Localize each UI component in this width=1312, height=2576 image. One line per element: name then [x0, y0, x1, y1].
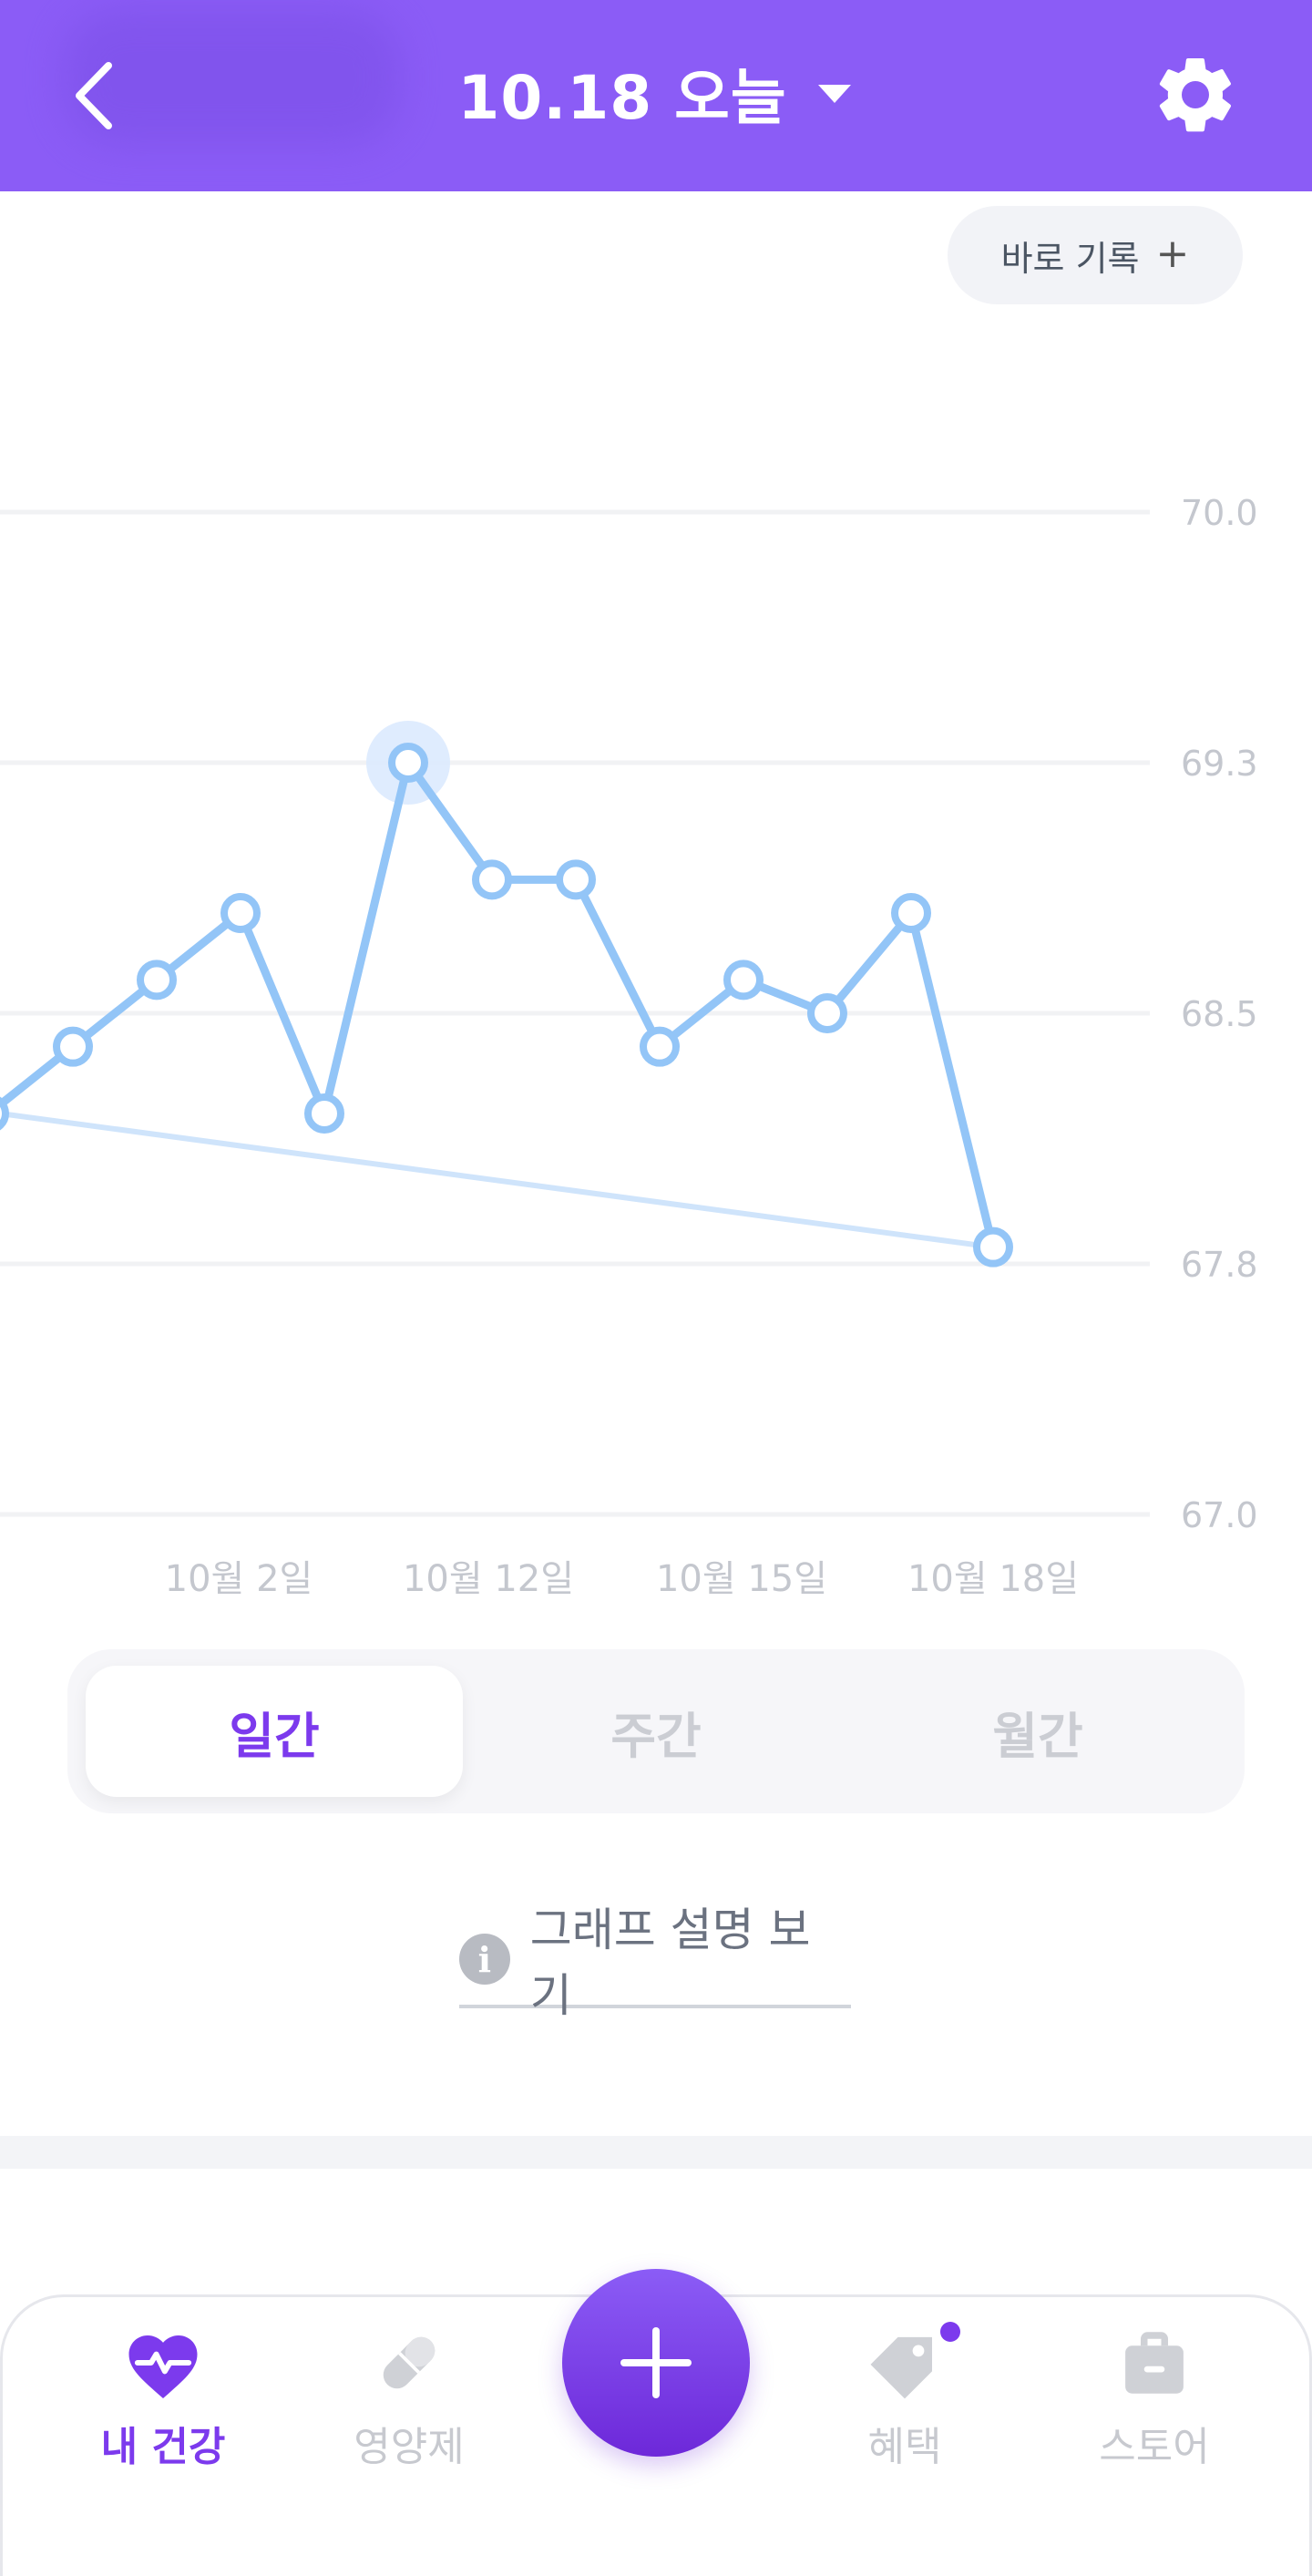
nav-label: 내 건강 [100, 2424, 226, 2470]
x-tick-label: 10월 12일 [403, 1558, 574, 1600]
nav-label: 영양제 [354, 2424, 465, 2470]
heart-pulse-icon [128, 2335, 198, 2398]
notification-dot [940, 2322, 960, 2342]
y-tick-label: 67.0 [1181, 1495, 1258, 1535]
nav-item-supplements[interactable]: 영양제 [318, 2325, 500, 2525]
weight-line-chart: 70.0 69.3 68.5 67.8 67.0 10월 2일 10월 12일 10월 15일… [0, 428, 1312, 1604]
x-tick-label: 10월 18일 [907, 1558, 1079, 1600]
data-point [640, 1026, 680, 1067]
y-tick-label: 67.8 [1181, 1245, 1258, 1285]
data-point [388, 743, 428, 783]
y-tick-label: 68.5 [1181, 994, 1258, 1034]
chart-svg: 70.0 69.3 68.5 67.8 67.0 10월 2일 10월 12일 10월 15일… [0, 493, 1258, 1600]
period-toggle: 일간 주간 월간 [67, 1649, 1245, 1813]
store-bag-icon [1125, 2332, 1184, 2394]
app-header: 10.18 오늘 [0, 0, 1312, 191]
plus-icon: + [1155, 230, 1190, 277]
tab-monthly[interactable]: 월간 [849, 1666, 1226, 1797]
data-point [556, 859, 596, 900]
nav-item-benefits[interactable]: 혜택 [814, 2325, 996, 2525]
data-point [807, 993, 847, 1033]
tab-daily[interactable]: 일간 [86, 1666, 463, 1797]
data-point [53, 1026, 93, 1067]
plus-icon [620, 2327, 692, 2398]
info-icon: i [459, 1934, 510, 1985]
data-point [723, 960, 764, 1001]
data-point [137, 960, 177, 1001]
nav-label: 스토어 [1099, 2424, 1210, 2470]
nav-label: 혜택 [867, 2424, 942, 2470]
trend-line [0, 1111, 996, 1250]
data-point [304, 1093, 344, 1134]
y-tick-label: 70.0 [1181, 493, 1258, 533]
section-divider [0, 2136, 1312, 2169]
graph-help-label: 그래프 설명 보기 [529, 1904, 811, 2022]
nav-item-my-health[interactable]: 내 건강 [72, 2325, 254, 2525]
data-point [0, 1096, 9, 1131]
nav-item-store[interactable]: 스토어 [1063, 2325, 1245, 2525]
tab-weekly[interactable]: 주간 [467, 1666, 845, 1797]
data-point [891, 893, 931, 933]
caret-down-icon [817, 85, 851, 103]
data-point [220, 893, 261, 933]
settings-button[interactable] [1150, 49, 1241, 140]
data-point [472, 859, 512, 900]
page-title: 10.18 오늘 [457, 63, 787, 133]
date-selector[interactable]: 10.18 오늘 [0, 47, 1312, 139]
quick-record-button[interactable]: 바로 기록 + [948, 206, 1243, 304]
graph-help-link[interactable]: i 그래프 설명 보기 [459, 1904, 851, 2022]
add-record-fab[interactable] [562, 2269, 750, 2457]
tag-icon [870, 2336, 932, 2399]
y-tick-label: 69.3 [1181, 744, 1258, 784]
pill-icon [383, 2336, 436, 2389]
gear-icon [1159, 58, 1231, 132]
data-point [973, 1226, 1013, 1267]
quick-record-label: 바로 기록 [1000, 238, 1140, 279]
x-tick-label: 10월 2일 [165, 1558, 313, 1600]
x-tick-label: 10월 15일 [656, 1558, 827, 1600]
